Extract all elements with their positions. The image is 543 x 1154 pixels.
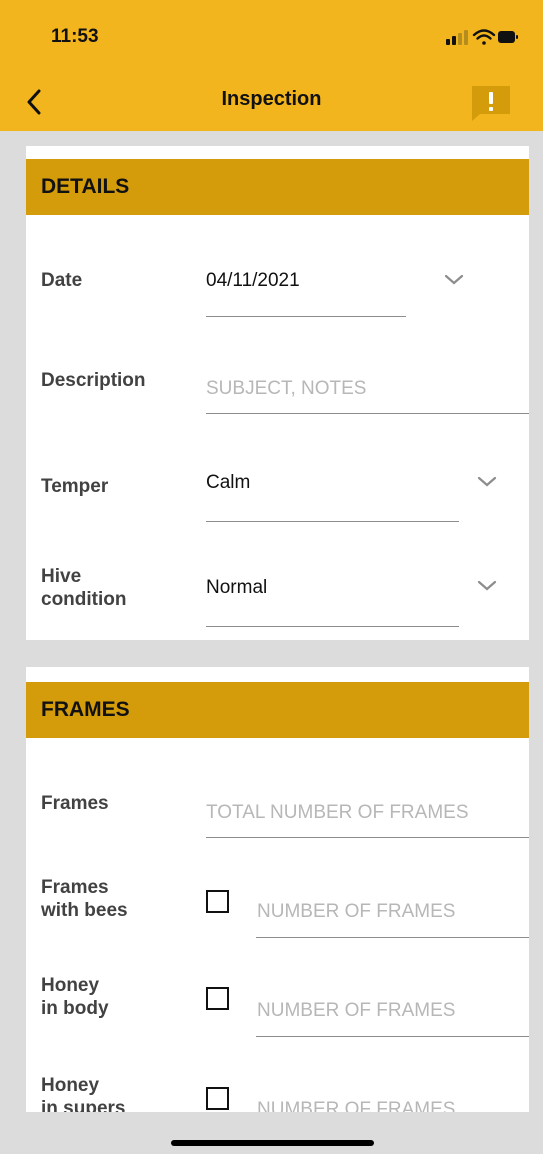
hive-condition-underline	[206, 626, 459, 627]
temper-label: Temper	[41, 476, 109, 497]
hive-condition-label-line2: condition	[41, 588, 127, 610]
wifi-icon	[472, 29, 496, 45]
description-label: Description	[41, 370, 146, 391]
honey-in-body-checkbox[interactable]	[206, 987, 229, 1010]
date-label: Date	[41, 270, 83, 291]
frames-with-bees-label-line2: with bees	[41, 899, 128, 921]
honey-in-body-underline	[256, 1036, 529, 1037]
frames-with-bees-underline	[256, 937, 529, 938]
honey-in-supers-label-line2: in supers	[41, 1097, 126, 1112]
honey-in-supers-input[interactable]: NUMBER OF FRAMES	[257, 1099, 455, 1112]
honey-in-supers-checkbox[interactable]	[206, 1087, 229, 1110]
date-underline	[206, 316, 406, 317]
frames-with-bees-label-line1: Frames	[41, 877, 109, 898]
hive-condition-chevron-down-icon[interactable]	[476, 579, 498, 593]
description-underline	[206, 413, 529, 414]
frames-card: FRAMES Frames TOTAL NUMBER OF FRAMES Fra…	[26, 667, 529, 1112]
honey-in-body-label: Honey in body	[41, 975, 109, 1021]
honey-in-supers-label: Honey in supers	[41, 1075, 125, 1112]
home-indicator[interactable]	[171, 1140, 374, 1146]
description-input[interactable]: SUBJECT, NOTES	[206, 378, 366, 400]
frames-label: Frames	[41, 793, 109, 814]
battery-icon	[498, 31, 518, 43]
report-exclamation-icon[interactable]	[470, 84, 512, 122]
frames-with-bees-input[interactable]: NUMBER OF FRAMES	[257, 901, 455, 923]
honey-in-body-label-line2: in body	[41, 997, 109, 1019]
temper-value[interactable]: Calm	[206, 472, 250, 494]
status-time: 11:53	[51, 26, 99, 47]
status-icons	[446, 29, 518, 45]
hive-condition-value[interactable]: Normal	[206, 577, 267, 599]
signal-icon	[446, 30, 468, 45]
frames-header-label: FRAMES	[41, 698, 130, 721]
frames-underline	[206, 837, 529, 838]
hive-condition-label: Hive condition	[41, 566, 126, 612]
frames-input[interactable]: TOTAL NUMBER OF FRAMES	[206, 802, 469, 824]
frames-with-bees-checkbox[interactable]	[206, 890, 229, 913]
frames-section-header: FRAMES	[26, 682, 529, 738]
page-title: Inspection	[221, 88, 322, 110]
details-section-header: DETAILS	[26, 159, 529, 215]
temper-underline	[206, 521, 459, 522]
frames-with-bees-label: Frames with bees	[41, 877, 128, 923]
hive-condition-label-line1: Hive	[41, 566, 82, 587]
date-chevron-down-icon[interactable]	[443, 273, 465, 287]
honey-in-body-label-line1: Honey	[41, 975, 100, 996]
honey-in-body-input[interactable]: NUMBER OF FRAMES	[257, 1000, 455, 1022]
date-value[interactable]: 04/11/2021	[206, 270, 300, 292]
temper-chevron-down-icon[interactable]	[476, 475, 498, 489]
details-card: DETAILS Date 04/11/2021 Description SUBJ…	[26, 146, 529, 640]
details-header-label: DETAILS	[41, 175, 130, 198]
honey-in-supers-label-line1: Honey	[41, 1075, 100, 1096]
